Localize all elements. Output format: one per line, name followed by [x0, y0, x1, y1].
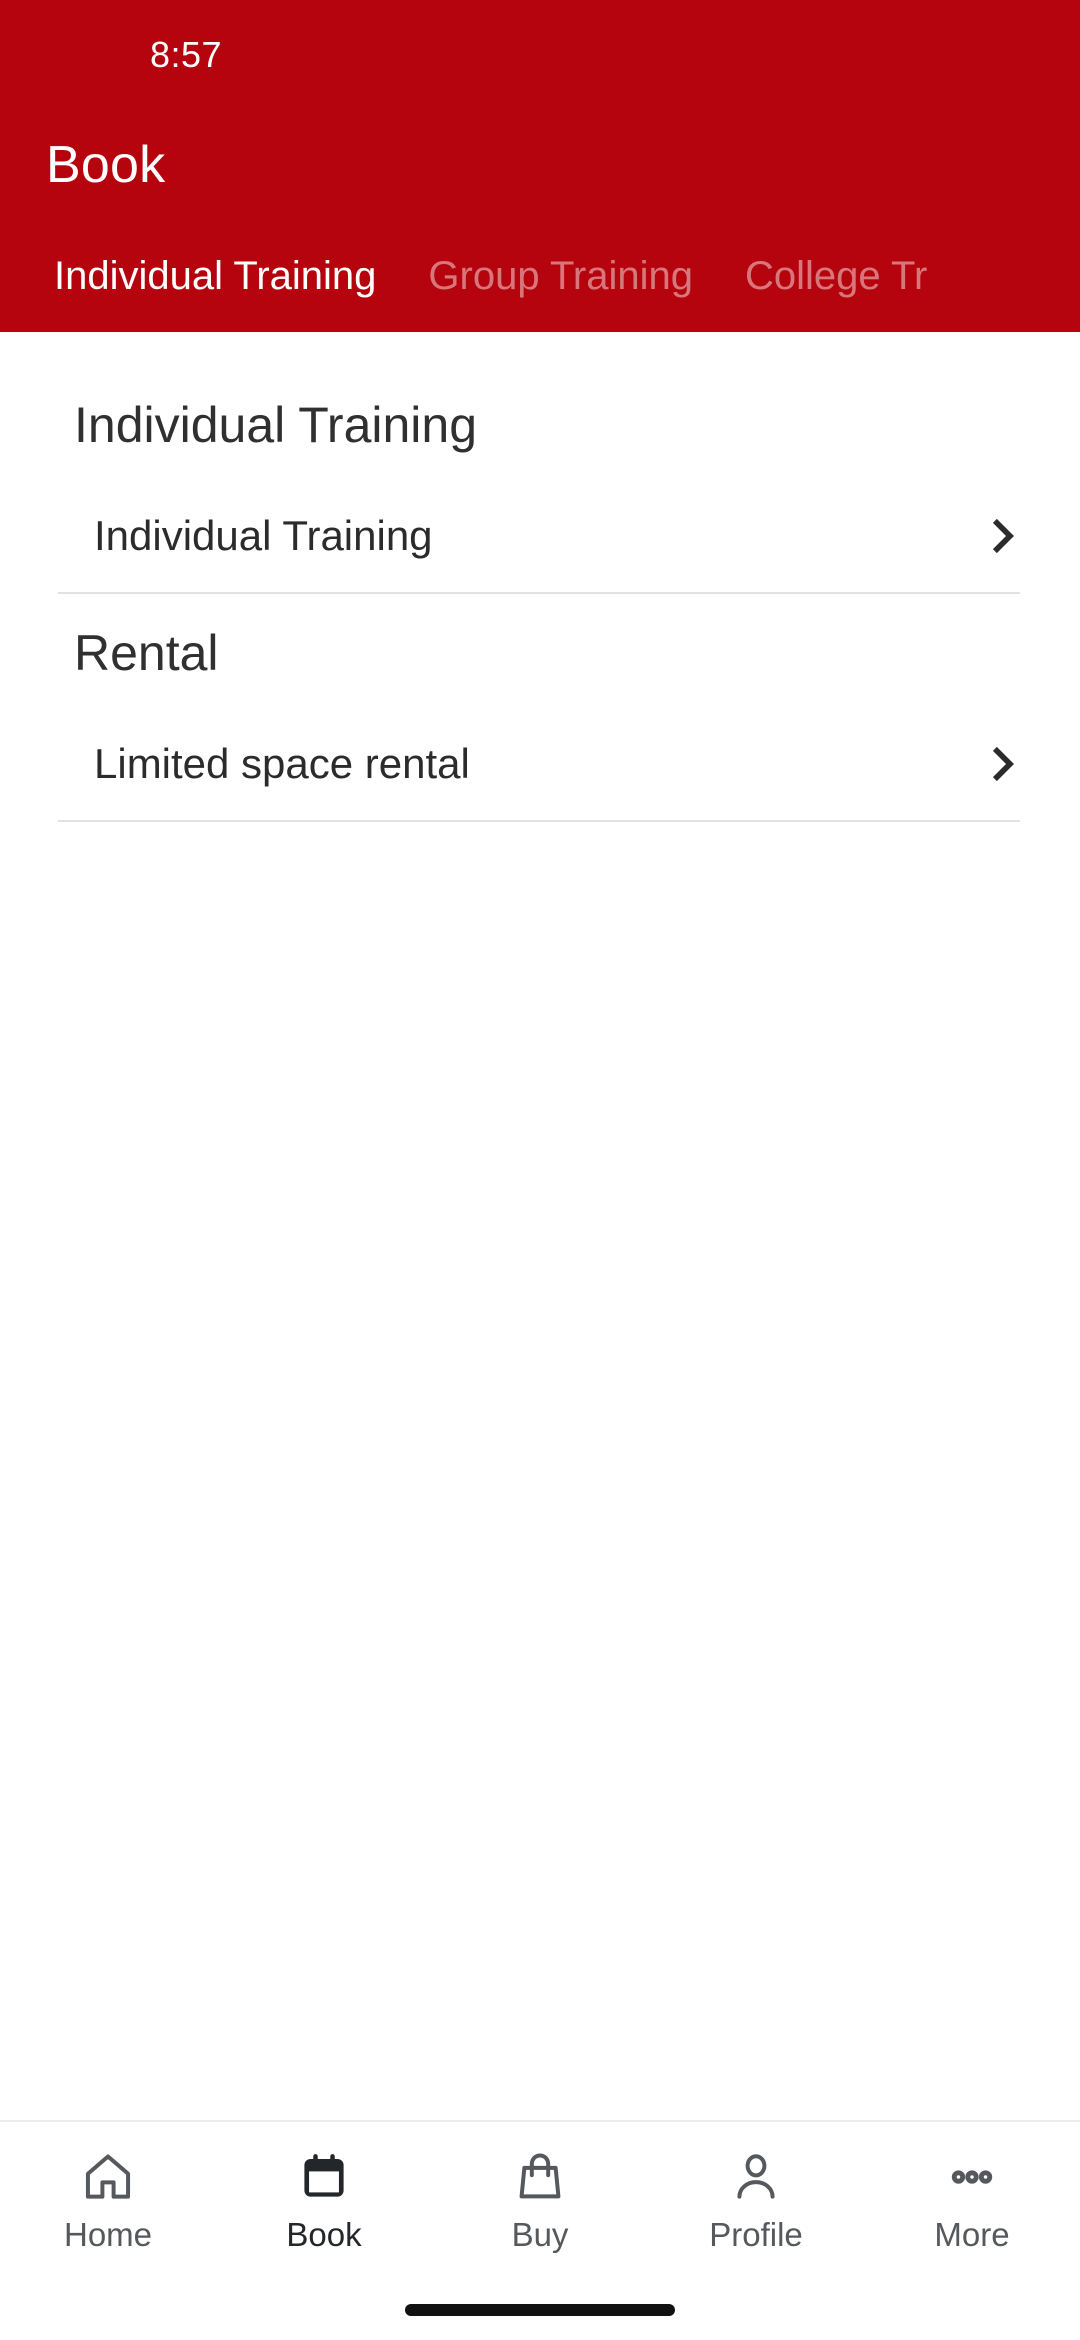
chevron-right-icon	[982, 515, 1024, 557]
nav-label-more: More	[934, 2216, 1010, 2253]
section-heading-rental: Rental	[74, 625, 219, 681]
nav-item-home[interactable]: Home	[0, 2146, 216, 2251]
person-icon	[728, 2146, 784, 2208]
home-indicator[interactable]	[405, 2304, 675, 2316]
nav-label-buy: Buy	[511, 2216, 569, 2253]
status-bar: 8:57	[0, 0, 1080, 110]
nav-item-buy[interactable]: Buy	[432, 2146, 648, 2251]
page-title: Book	[46, 136, 166, 194]
list-item-individual-training[interactable]: Individual Training	[0, 480, 1080, 592]
app-header: 8:57 Book Individual Training Group Trai…	[0, 0, 1080, 332]
nav-item-book[interactable]: Book	[216, 2146, 432, 2251]
tab-college-training[interactable]: College Tr	[719, 220, 953, 332]
home-icon	[80, 2146, 136, 2208]
list-divider	[58, 820, 1020, 822]
calendar-icon	[296, 2146, 352, 2208]
nav-item-profile[interactable]: Profile	[648, 2146, 864, 2251]
tab-group-training[interactable]: Group Training	[402, 220, 719, 332]
home-indicator-area	[0, 2280, 1080, 2340]
list-item-label: Individual Training	[94, 512, 433, 559]
bottom-navigation-bar: Home Book Buy Profile More	[0, 2120, 1080, 2280]
chevron-right-icon	[982, 743, 1024, 785]
app-screen: 8:57 Book Individual Training Group Trai…	[0, 0, 1080, 2340]
list-item-label: Limited space rental	[94, 740, 470, 787]
title-row: Book	[0, 110, 1080, 220]
shopping-bag-icon	[512, 2146, 568, 2208]
content-area: Individual Training Individual Training …	[0, 332, 1080, 1471]
list-item-limited-space-rental[interactable]: Limited space rental	[0, 708, 1080, 820]
nav-label-book: Book	[286, 2216, 362, 2253]
nav-label-home: Home	[63, 2216, 153, 2253]
status-bar-clock: 8:57	[150, 34, 223, 75]
tab-individual-training[interactable]: Individual Training	[28, 220, 402, 332]
nav-item-more[interactable]: More	[864, 2146, 1080, 2251]
tab-strip[interactable]: Individual Training Group Training Colle…	[0, 220, 1080, 332]
ellipsis-icon	[944, 2146, 1000, 2208]
section-heading-individual-training: Individual Training	[74, 397, 478, 453]
nav-label-profile: Profile	[709, 2216, 803, 2253]
